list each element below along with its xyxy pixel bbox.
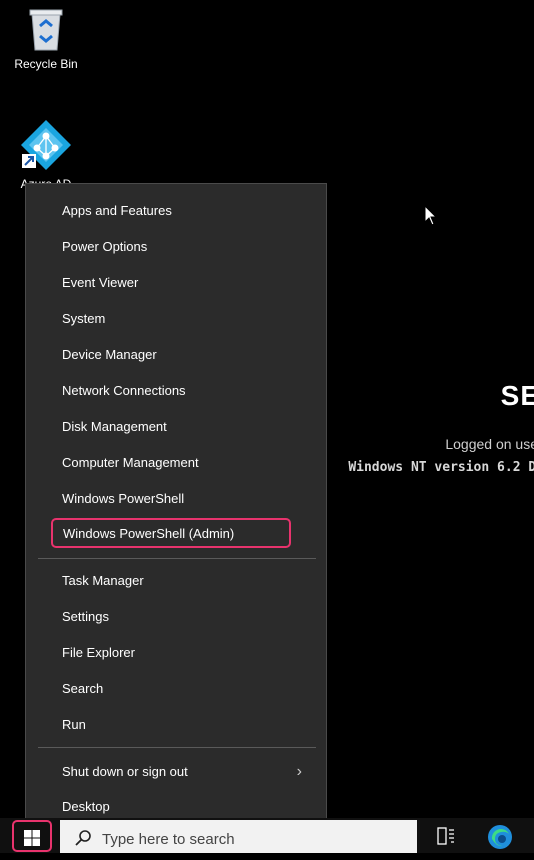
menu-item-power-options[interactable]: Power Options xyxy=(38,232,314,262)
menu-item-apps-and-features[interactable]: Apps and Features xyxy=(38,196,314,226)
edge-icon[interactable] xyxy=(486,823,514,851)
menu-separator xyxy=(38,747,316,748)
recycle-bin-label: Recycle Bin xyxy=(14,57,78,71)
menu-item-task-manager[interactable]: Task Manager xyxy=(38,566,314,596)
menu-item-event-viewer[interactable]: Event Viewer xyxy=(38,268,314,298)
menu-separator xyxy=(38,558,316,559)
menu-item-disk-management[interactable]: Disk Management xyxy=(38,412,314,442)
bginfo-os-version: Windows NT version 6.2 Da xyxy=(348,460,534,475)
menu-item-run[interactable]: Run xyxy=(38,710,314,740)
menu-item-shut-down[interactable]: Shut down or sign out › xyxy=(38,757,314,787)
search-placeholder: Type here to search xyxy=(102,831,235,848)
azure-ad-shortcut[interactable]: Azure AD xyxy=(6,118,86,191)
recycle-bin-icon xyxy=(29,9,63,51)
taskbar-search-input[interactable]: Type here to search xyxy=(60,820,417,853)
menu-item-windows-powershell[interactable]: Windows PowerShell xyxy=(38,484,314,514)
bginfo-title: SE xyxy=(500,380,534,411)
bginfo-overlay: SE Logged on use Windows NT version 6.2 … xyxy=(348,380,534,475)
recycle-bin-shortcut[interactable]: Recycle Bin xyxy=(6,6,86,71)
menu-item-device-manager[interactable]: Device Manager xyxy=(38,340,314,370)
azure-ad-icon xyxy=(21,120,71,170)
taskbar: Type here to search xyxy=(0,818,534,853)
mouse-cursor-icon xyxy=(424,205,438,226)
winx-context-menu: Apps and Features Power Options Event Vi… xyxy=(25,183,327,835)
bginfo-logged-on: Logged on use xyxy=(445,436,534,452)
start-button[interactable] xyxy=(12,820,52,852)
chevron-right-icon: › xyxy=(296,763,302,780)
menu-item-file-explorer[interactable]: File Explorer xyxy=(38,638,314,668)
task-view-icon[interactable] xyxy=(436,826,456,846)
menu-item-shut-down-label: Shut down or sign out xyxy=(62,764,188,779)
menu-item-windows-powershell-admin[interactable]: Windows PowerShell (Admin) xyxy=(51,518,291,548)
menu-item-system[interactable]: System xyxy=(38,304,314,334)
windows-start-icon xyxy=(24,830,40,846)
search-icon xyxy=(75,830,91,846)
menu-item-computer-management[interactable]: Computer Management xyxy=(38,448,314,478)
menu-item-settings[interactable]: Settings xyxy=(38,602,314,632)
menu-item-search[interactable]: Search xyxy=(38,674,314,704)
menu-item-network-connections[interactable]: Network Connections xyxy=(38,376,314,406)
